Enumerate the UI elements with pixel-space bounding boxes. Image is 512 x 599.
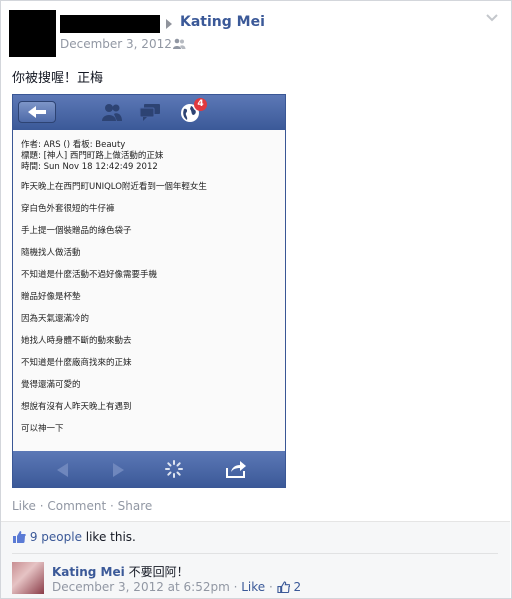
comment-body: Kating Mei 不要回阿！ [52, 563, 189, 580]
friends-audience-icon[interactable] [172, 38, 186, 50]
back-triangle-icon [57, 463, 68, 477]
redacted-name [60, 15, 160, 33]
photo-top-bar: 4 [13, 95, 285, 130]
comment-meta: December 3, 2012 at 6:52pm · Like · 2 [52, 580, 301, 594]
photo-text-line: 時間: Sun Nov 18 12:42:49 2012 [21, 162, 158, 172]
divider [12, 553, 498, 554]
messages-icon [139, 104, 160, 121]
thumbs-up-icon [13, 531, 26, 543]
comment-like-link[interactable]: Like [241, 580, 265, 594]
photo-text-line: 手上提一個裝贈品的綠色袋子 [21, 226, 132, 236]
dot-separator: · [265, 580, 277, 594]
photo-text-line: 想說有沒有人昨天晚上有遇到 [21, 402, 132, 412]
forward-triangle-icon [113, 463, 124, 477]
photo-text-line: 可以神一下 [21, 424, 64, 434]
photo-text-line: 贈品好像是杯墊 [21, 292, 81, 302]
photo-bottom-bar [13, 451, 285, 487]
attached-photo[interactable]: 4 作者: ARS () 看板: Beauty 標題: [神人] 西門町路上做活… [12, 94, 286, 488]
dot-separator: · [35, 499, 48, 513]
arrow-right-icon [166, 19, 172, 29]
photo-text-line: 她找人時身體不斷的動來動去 [21, 336, 132, 346]
photo-text-line: 穿白色外套很短的牛仔褲 [21, 204, 115, 214]
comment-text: 不要回阿！ [124, 565, 189, 579]
share-icon [226, 461, 246, 478]
comment-timestamp[interactable]: December 3, 2012 at 6:52pm [52, 580, 230, 594]
friend-requests-icon [102, 104, 122, 121]
photo-text-line: 因為天氣還滿冷的 [21, 314, 90, 324]
photo-text-line: 隨機找人做活動 [21, 248, 81, 258]
chevron-down-icon[interactable] [486, 14, 498, 22]
photo-text-line: 昨天晚上在西門町UNIQLO附近看到一個年輕女生 [21, 182, 207, 192]
photo-text-body: 作者: ARS () 看板: Beauty 標題: [神人] 西門町路上做活動的… [13, 130, 285, 451]
photo-text-line: 覺得還滿可愛的 [21, 380, 81, 390]
like-link[interactable]: Like [12, 499, 36, 513]
likes-summary: 9 people like this. [12, 530, 136, 544]
photo-text-line: 不知道是什麼活動不過好像需要手機 [21, 270, 158, 280]
photo-text-line: 不知道是什麼廠商找來的正妹 [21, 358, 132, 368]
comment-link[interactable]: Comment [47, 499, 106, 513]
dot-separator: · [106, 499, 118, 513]
commenter-avatar[interactable] [12, 562, 44, 594]
likers-link[interactable]: 9 people [30, 530, 82, 544]
author-name-link[interactable]: Kating Mei [180, 14, 265, 30]
comment-like-count[interactable]: 2 [293, 580, 301, 594]
notification-badge: 4 [194, 98, 207, 111]
likes-suffix: like this. [81, 530, 136, 544]
back-arrow-icon [18, 101, 56, 123]
story-actions: Like · Comment · Share [12, 499, 152, 513]
loading-spinner-icon [165, 460, 183, 478]
status-text: 你被搜喔！正梅 [12, 71, 104, 86]
post-date-link[interactable]: December 3, 2012 [60, 37, 172, 51]
thumbs-up-outline-icon [277, 581, 290, 594]
author-avatar[interactable] [9, 10, 56, 57]
share-link[interactable]: Share [118, 499, 153, 513]
commenter-name-link[interactable]: Kating Mei [52, 565, 125, 579]
dot-separator: · [229, 580, 242, 594]
